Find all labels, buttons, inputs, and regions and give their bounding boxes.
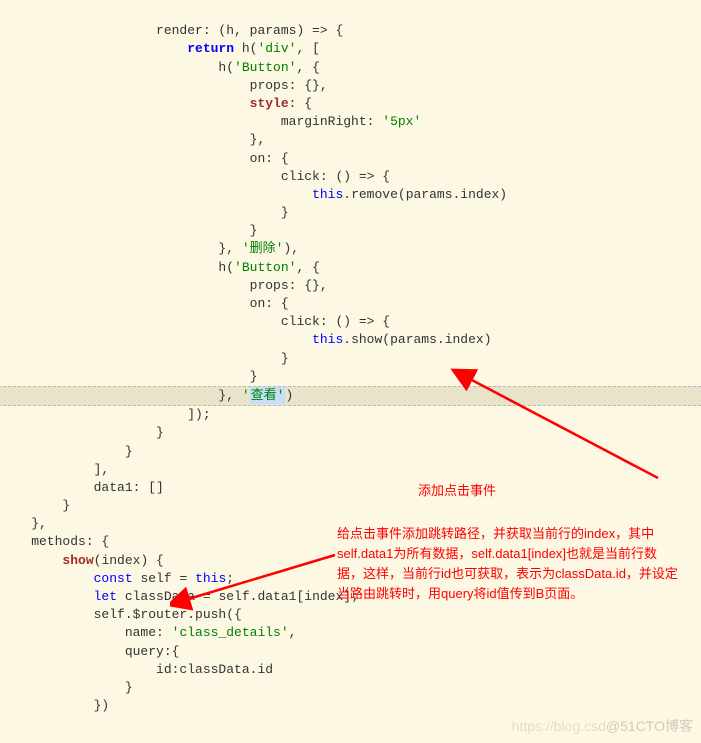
code-line: } bbox=[0, 369, 257, 384]
code-line: h('Button', { bbox=[0, 60, 320, 75]
code-line: }) bbox=[0, 698, 109, 713]
code-line: style: { bbox=[0, 96, 312, 111]
code-line: id:classData.id bbox=[0, 662, 273, 677]
code-line: on: { bbox=[0, 151, 289, 166]
code-line: } bbox=[0, 425, 164, 440]
annotation-text: 添加点击事件 bbox=[418, 482, 496, 500]
code-line: marginRight: '5px' bbox=[0, 114, 421, 129]
code-line: this.show(params.index) bbox=[0, 332, 492, 347]
code-line: show(index) { bbox=[0, 553, 164, 568]
code-line: ]); bbox=[0, 407, 211, 422]
code-line: props: {}, bbox=[0, 78, 328, 93]
code-line: }, bbox=[0, 516, 47, 531]
code-line: methods: { bbox=[0, 534, 109, 549]
code-line: } bbox=[0, 223, 257, 238]
code-line: }, bbox=[0, 132, 265, 147]
code-line: let classData = self.data1[index]; bbox=[0, 589, 359, 604]
code-line: data1: [] bbox=[0, 480, 164, 495]
code-line: } bbox=[0, 205, 289, 220]
code-line: query:{ bbox=[0, 644, 179, 659]
code-line: name: 'class_details', bbox=[0, 625, 296, 640]
code-line: } bbox=[0, 444, 133, 459]
code-line: click: () => { bbox=[0, 314, 390, 329]
code-block: render: (h, params) => { return h('div',… bbox=[0, 0, 701, 715]
code-line: h('Button', { bbox=[0, 260, 320, 275]
code-line: click: () => { bbox=[0, 169, 390, 184]
code-line: return h('div', [ bbox=[0, 41, 320, 56]
code-line: ], bbox=[0, 462, 109, 477]
code-line: }, '删除'), bbox=[0, 241, 299, 256]
watermark-text: https://blog.csd@51CTO博客 bbox=[512, 717, 693, 737]
annotation-text: 给点击事件添加跳转路径，并获取当前行的index，其中self.data1为所有… bbox=[337, 524, 682, 605]
code-line: props: {}, bbox=[0, 278, 328, 293]
highlighted-line: }, '查看') bbox=[0, 386, 701, 406]
code-line: const self = this; bbox=[0, 571, 234, 586]
code-line: on: { bbox=[0, 296, 289, 311]
code-line: } bbox=[0, 498, 70, 513]
code-line: } bbox=[0, 680, 133, 695]
selected-text: 查看' bbox=[250, 387, 286, 404]
code-line: } bbox=[0, 351, 289, 366]
code-line: self.$router.push({ bbox=[0, 607, 242, 622]
code-line: render: (h, params) => { bbox=[0, 23, 343, 38]
code-line: this.remove(params.index) bbox=[0, 187, 507, 202]
